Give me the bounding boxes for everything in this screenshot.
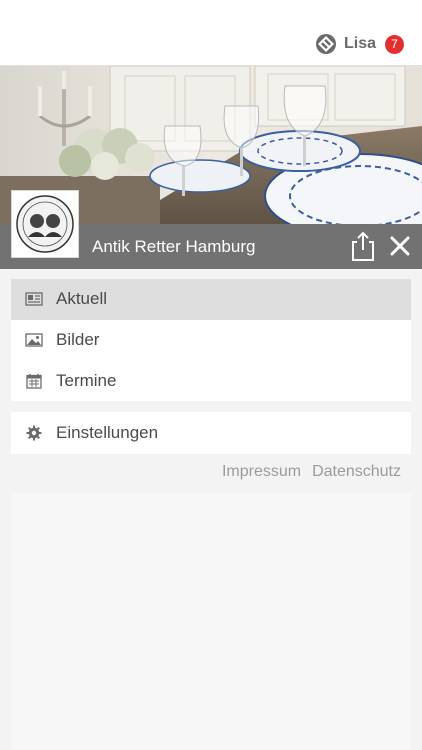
user-info[interactable]: Lisa 7 [315, 32, 404, 56]
diamond-logo-icon [315, 34, 336, 54]
settings-menu: Einstellungen [11, 412, 411, 454]
menu-item-einstellungen[interactable]: Einstellungen [11, 412, 411, 454]
datenschutz-link[interactable]: Datenschutz [312, 463, 401, 481]
menu-item-aktuell[interactable]: Aktuell [11, 279, 411, 320]
content-area [11, 493, 411, 750]
menu-item-termine[interactable]: Termine [11, 360, 411, 401]
calendar-icon [25, 373, 43, 389]
newspaper-icon [25, 291, 43, 307]
menu-item-label: Bilder [56, 330, 100, 350]
share-icon[interactable] [350, 230, 376, 262]
impressum-link[interactable]: Impressum [222, 463, 301, 481]
page-title: Antik Retter Hamburg [92, 237, 256, 256]
main-menu: Aktuell Bilder Termine [11, 279, 411, 402]
close-icon[interactable] [386, 232, 414, 260]
menu-item-label: Einstellungen [56, 423, 159, 442]
antik-retter-logo [11, 190, 79, 258]
image-icon [25, 332, 43, 348]
menu-item-bilder[interactable]: Bilder [11, 320, 411, 361]
footer-links: Impressum Datenschutz [222, 463, 401, 481]
user-name: Lisa [343, 35, 376, 52]
gear-icon [25, 425, 43, 441]
menu-item-label: Aktuell [56, 289, 108, 309]
notification-badge[interactable]: 7 [385, 34, 404, 54]
menu-item-label: Termine [56, 370, 117, 390]
top-bar: Lisa 7 [0, 0, 422, 66]
